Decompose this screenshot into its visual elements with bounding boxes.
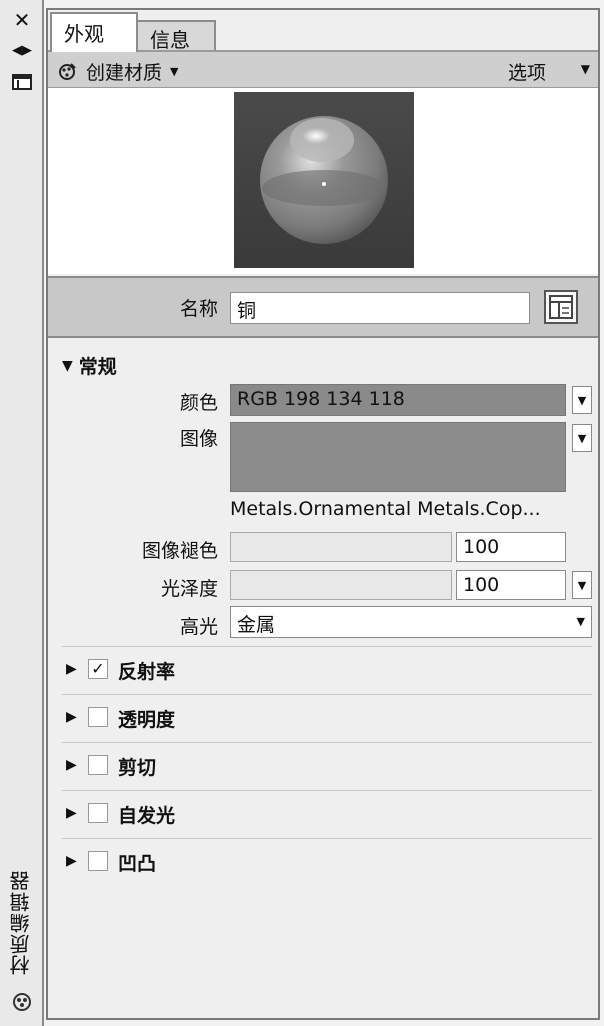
self-illumination-checkbox[interactable] — [88, 803, 108, 823]
image-thumbnail[interactable] — [230, 422, 566, 492]
section-reflectivity[interactable]: ▶ ✓ 反射率 — [62, 646, 592, 693]
general-title: 常规 — [78, 356, 117, 378]
name-label: 名称 — [179, 298, 218, 320]
create-material-icon — [59, 62, 76, 80]
chevron-down-icon[interactable]: ▼ — [572, 424, 592, 452]
image-label: 图像 — [179, 428, 218, 450]
properties-icon[interactable] — [8, 70, 36, 94]
image-fade-label: 图像褪色 — [141, 540, 218, 562]
material-preview[interactable] — [234, 92, 414, 268]
tab-information[interactable]: 信息 — [136, 20, 216, 52]
material-editor-icon — [10, 990, 34, 1014]
options-menu[interactable]: 选项 — [508, 58, 546, 85]
triangle-right-icon: ▶ — [66, 805, 77, 821]
create-material-button[interactable]: 创建材质 ▼ — [56, 58, 178, 85]
section-bump[interactable]: ▶ 凹凸 — [62, 838, 592, 885]
chevron-down-icon: ▼ — [576, 615, 585, 628]
chevron-down-icon[interactable]: ▼ — [572, 571, 592, 599]
chevron-down-icon[interactable]: ▼ — [572, 386, 592, 414]
palette-sidebar: ✕ ◀▶ 材质编辑器 — [0, 0, 44, 1026]
section-cutouts[interactable]: ▶ 剪切 — [62, 742, 592, 789]
toolbar: 创建材质 ▼ 选项 ▼ — [48, 50, 598, 88]
highlight-select[interactable]: 金属 ▼ — [230, 606, 592, 638]
triangle-down-icon: ▼ — [62, 357, 73, 374]
name-input[interactable]: 铜 — [230, 292, 530, 324]
highlight-value: 金属 — [237, 614, 276, 636]
reflectivity-label: 反射率 — [118, 661, 176, 683]
create-material-label: 创建材质 — [86, 62, 163, 84]
bump-checkbox[interactable] — [88, 851, 108, 871]
gloss-label: 光泽度 — [160, 578, 218, 600]
self-illumination-label: 自发光 — [118, 805, 176, 827]
bump-label: 凹凸 — [118, 853, 157, 875]
close-icon[interactable]: ✕ — [8, 8, 36, 32]
section-self-illumination[interactable]: ▶ 自发光 — [62, 790, 592, 837]
color-label: 颜色 — [179, 392, 218, 414]
gloss-slider[interactable] — [230, 570, 452, 600]
cutouts-label: 剪切 — [118, 757, 157, 779]
tab-appearance[interactable]: 外观 — [50, 12, 138, 52]
reflectivity-checkbox[interactable]: ✓ — [88, 659, 108, 679]
tab-strip: 外观 信息 — [48, 10, 598, 52]
chevron-down-icon: ▼ — [170, 65, 179, 78]
section-transparency[interactable]: ▶ 透明度 — [62, 694, 592, 741]
triangle-right-icon: ▶ — [66, 661, 77, 677]
transparency-label: 透明度 — [118, 709, 176, 731]
color-field[interactable]: RGB 198 134 118 — [230, 384, 566, 416]
image-fade-input[interactable]: 100 — [456, 532, 566, 562]
chevron-down-icon[interactable]: ▼ — [581, 62, 590, 76]
gloss-input[interactable]: 100 — [456, 570, 566, 600]
highlight-label: 高光 — [179, 616, 218, 638]
auto-hide-icon[interactable]: ◀▶ — [8, 38, 36, 62]
material-library-button[interactable] — [544, 290, 578, 324]
library-icon — [549, 295, 573, 319]
image-filename[interactable]: Metals.Ornamental Metals.Cop... — [230, 498, 541, 520]
preview-area — [48, 88, 598, 274]
triangle-right-icon: ▶ — [66, 709, 77, 725]
image-fade-slider[interactable] — [230, 532, 452, 562]
transparency-checkbox[interactable] — [88, 707, 108, 727]
name-bar: 名称 铜 — [48, 276, 598, 338]
triangle-right-icon: ▶ — [66, 853, 77, 869]
cutouts-checkbox[interactable] — [88, 755, 108, 775]
palette-title: 材质编辑器 — [9, 870, 33, 975]
triangle-right-icon: ▶ — [66, 757, 77, 773]
general-section-header[interactable]: ▼ 常规 — [62, 352, 117, 379]
material-editor-panel: 外观 信息 创建材质 ▼ 选项 ▼ 名称 铜 ▼ 常规 颜色 RGB 198 1… — [46, 8, 600, 1020]
